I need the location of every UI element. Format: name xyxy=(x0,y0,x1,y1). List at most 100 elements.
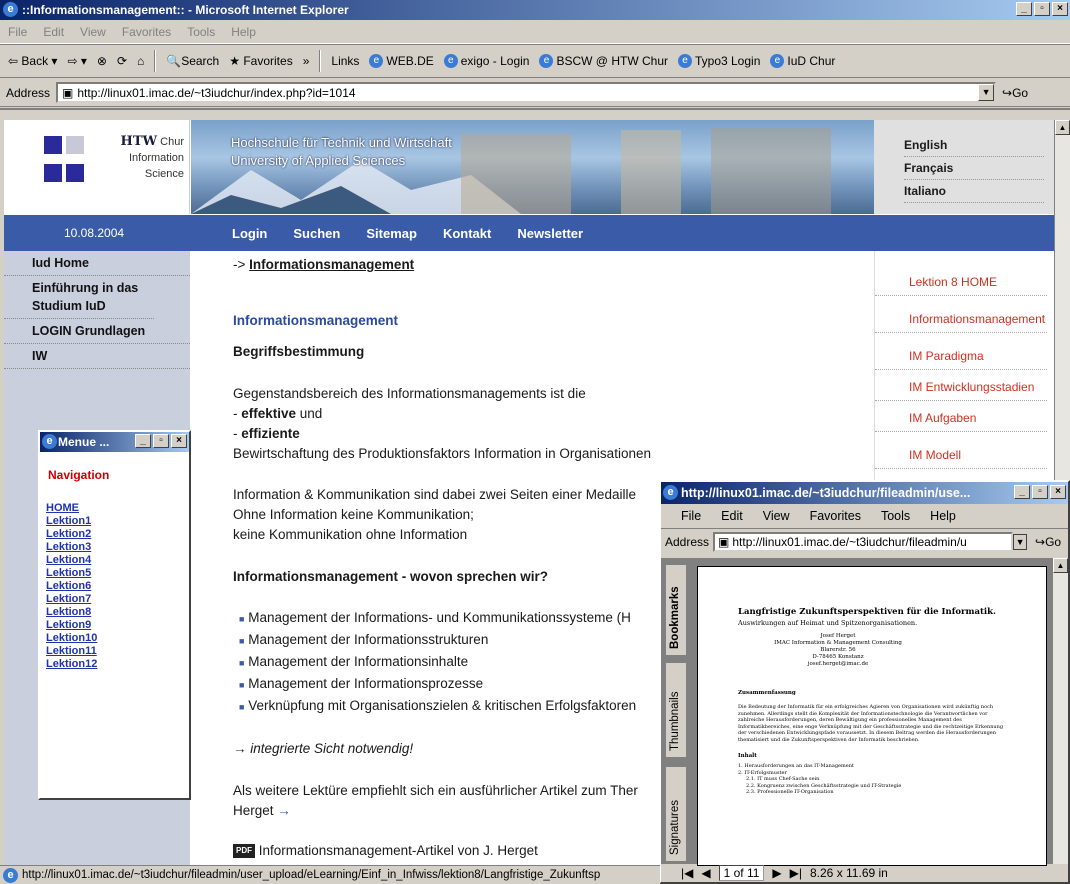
tab-signatures[interactable]: Signatures xyxy=(665,766,687,862)
stop-icon[interactable]: ⊗ xyxy=(97,54,107,68)
menu-link-lektion1[interactable]: Lektion1 xyxy=(46,515,189,528)
nav-newsletter[interactable]: Newsletter xyxy=(517,226,583,241)
menu-tools[interactable]: Tools xyxy=(187,25,215,39)
address-dropdown[interactable]: ▼ xyxy=(978,84,995,101)
sidebar-item-im-modell[interactable]: IM Modell xyxy=(875,442,1047,469)
link-bscw[interactable]: e BSCW @ HTW Chur xyxy=(539,54,668,69)
menu-link-lektion5[interactable]: Lektion5 xyxy=(46,567,189,580)
menu-link-lektion6[interactable]: Lektion6 xyxy=(46,580,189,593)
maximize-button[interactable]: ▫ xyxy=(1032,485,1048,499)
breadcrumb: -> Informationsmanagement xyxy=(233,257,414,272)
close-button[interactable]: × xyxy=(171,434,187,448)
close-button[interactable]: × xyxy=(1050,485,1066,499)
menu-link-lektion12[interactable]: Lektion12 xyxy=(46,658,189,671)
menu-edit[interactable]: Edit xyxy=(721,509,743,523)
menu-view[interactable]: View xyxy=(80,25,106,39)
scroll-up-icon[interactable]: ▲ xyxy=(1053,558,1068,573)
menu-edit[interactable]: Edit xyxy=(43,25,64,39)
first-page-icon[interactable]: |◀ xyxy=(681,866,693,880)
toolbar-separator xyxy=(154,50,157,72)
menu-link-lektion11[interactable]: Lektion11 xyxy=(46,645,189,658)
ie-icon: e xyxy=(663,485,678,500)
menu-link-lektion4[interactable]: Lektion4 xyxy=(46,554,189,567)
sidebar-item-einfuehrung[interactable]: Einführung in das Studium IuD xyxy=(4,276,154,319)
link-exigo[interactable]: e exigo - Login xyxy=(443,54,529,69)
prev-page-icon[interactable]: ◀ xyxy=(701,866,710,880)
go-button[interactable]: ↪Go xyxy=(1035,535,1061,549)
address-input[interactable]: ▣ http://linux01.imac.de/~t3iudchur/inde… xyxy=(56,82,997,103)
popup-menubar: File Edit View Favorites Tools Help xyxy=(661,504,1068,528)
menu-file[interactable]: File xyxy=(681,509,701,523)
menu-link-lektion7[interactable]: Lektion7 xyxy=(46,593,189,606)
back-button[interactable]: ⇦ Back ▾ xyxy=(8,54,57,68)
menu-link-lektion3[interactable]: Lektion3 xyxy=(46,541,189,554)
bullet-icon: ■ xyxy=(239,680,245,690)
menu-link-lektion2[interactable]: Lektion2 xyxy=(46,528,189,541)
lang-english[interactable]: English xyxy=(904,134,1044,157)
link-label: BSCW @ HTW Chur xyxy=(556,53,668,68)
popup-address-input[interactable]: ▣ http://linux01.imac.de/~t3iudchur/file… xyxy=(713,531,1014,552)
menu-favorites[interactable]: Favorites xyxy=(122,25,171,39)
breadcrumb-prefix: -> xyxy=(233,257,246,272)
next-page-icon[interactable]: ▶ xyxy=(772,866,781,880)
sidebar-item-iud-home[interactable]: Iud Home xyxy=(4,251,190,276)
link-iud[interactable]: e IuD Chur xyxy=(770,54,835,69)
minimize-button[interactable]: _ xyxy=(135,434,151,448)
arrow-right-icon[interactable]: → xyxy=(277,803,291,818)
last-page-icon[interactable]: ▶| xyxy=(790,866,802,880)
menu-link-lektion9[interactable]: Lektion9 xyxy=(46,619,189,632)
lang-italiano[interactable]: Italiano xyxy=(904,180,1044,203)
tab-bookmarks[interactable]: Bookmarks xyxy=(665,564,687,656)
menu-view[interactable]: View xyxy=(763,509,790,523)
minimize-button[interactable]: _ xyxy=(1014,485,1030,499)
address-dropdown[interactable]: ▼ xyxy=(1013,533,1028,550)
menu-link-lektion8[interactable]: Lektion8 xyxy=(46,606,189,619)
link-typo3[interactable]: e Typo3 Login xyxy=(677,54,760,69)
maximize-button[interactable]: ▫ xyxy=(1034,2,1050,16)
sidebar-item-informationsmanagement[interactable]: Informationsmanagement xyxy=(875,306,1047,333)
menu-file[interactable]: File xyxy=(8,25,27,39)
link-icon: e xyxy=(369,54,384,69)
tab-bookmarks-label: Bookmarks xyxy=(669,586,681,649)
sidebar-item-iw[interactable]: IW xyxy=(4,344,190,369)
link-webde[interactable]: e WEB.DE xyxy=(369,54,434,69)
scroll-up-icon[interactable]: ▲ xyxy=(1055,120,1070,135)
nav-sitemap[interactable]: Sitemap xyxy=(366,226,417,241)
menu-link-lektion10[interactable]: Lektion10 xyxy=(46,632,189,645)
chevron-icon[interactable]: » xyxy=(303,54,310,68)
nav-login[interactable]: Login xyxy=(232,226,267,241)
refresh-icon[interactable]: ⟳ xyxy=(117,54,127,68)
menu-tools[interactable]: Tools xyxy=(881,509,910,523)
favorites-button[interactable]: ★ Favorites xyxy=(229,54,292,68)
menu-help[interactable]: Help xyxy=(231,25,256,39)
tab-thumbnails[interactable]: Thumbnails xyxy=(665,662,687,758)
breadcrumb-link[interactable]: Informationsmanagement xyxy=(249,257,414,272)
sidebar-item-im-paradigma[interactable]: IM Paradigma xyxy=(875,343,1047,370)
forward-button[interactable]: ⇨ ▾ xyxy=(67,54,86,68)
close-button[interactable]: × xyxy=(1052,2,1068,16)
sidebar-item-lektion8-home[interactable]: Lektion 8 HOME xyxy=(875,269,1047,296)
lang-francais[interactable]: Français xyxy=(904,157,1044,180)
minimize-button[interactable]: _ xyxy=(1016,2,1032,16)
sidebar-item-im-aufgaben[interactable]: IM Aufgaben xyxy=(875,405,1047,432)
menu-link-home[interactable]: HOME xyxy=(46,502,189,515)
menu-help[interactable]: Help xyxy=(930,509,956,523)
go-button[interactable]: ↪Go xyxy=(1002,86,1028,100)
maximize-button[interactable]: ▫ xyxy=(153,434,169,448)
frame-border xyxy=(0,108,1070,120)
popup-address-value: http://linux01.imac.de/~t3iudchur/filead… xyxy=(732,534,967,549)
menu-favorites[interactable]: Favorites xyxy=(810,509,861,523)
sidebar-item-im-entwicklungsstadien[interactable]: IM Entwicklungsstadien xyxy=(875,374,1047,401)
page-indicator[interactable]: 1 of 11 xyxy=(718,865,765,881)
back-label: Back xyxy=(21,54,49,68)
site-logo[interactable]: HTW Chur Information Science xyxy=(4,120,190,214)
home-icon[interactable]: ⌂ xyxy=(137,54,144,68)
pdf-scrollbar[interactable]: ▲ xyxy=(1052,558,1068,864)
nav-kontakt[interactable]: Kontakt xyxy=(443,226,491,241)
sidebar-item-login-grundlagen[interactable]: LOGIN Grundlagen xyxy=(4,319,190,344)
favorites-icon: ★ xyxy=(229,54,240,68)
pdf-link[interactable]: PDF Informationsmanagement-Artikel von J… xyxy=(233,843,538,859)
nav-suchen[interactable]: Suchen xyxy=(293,226,340,241)
search-button[interactable]: 🔍Search xyxy=(166,54,219,68)
link-label: IuD Chur xyxy=(787,53,836,68)
